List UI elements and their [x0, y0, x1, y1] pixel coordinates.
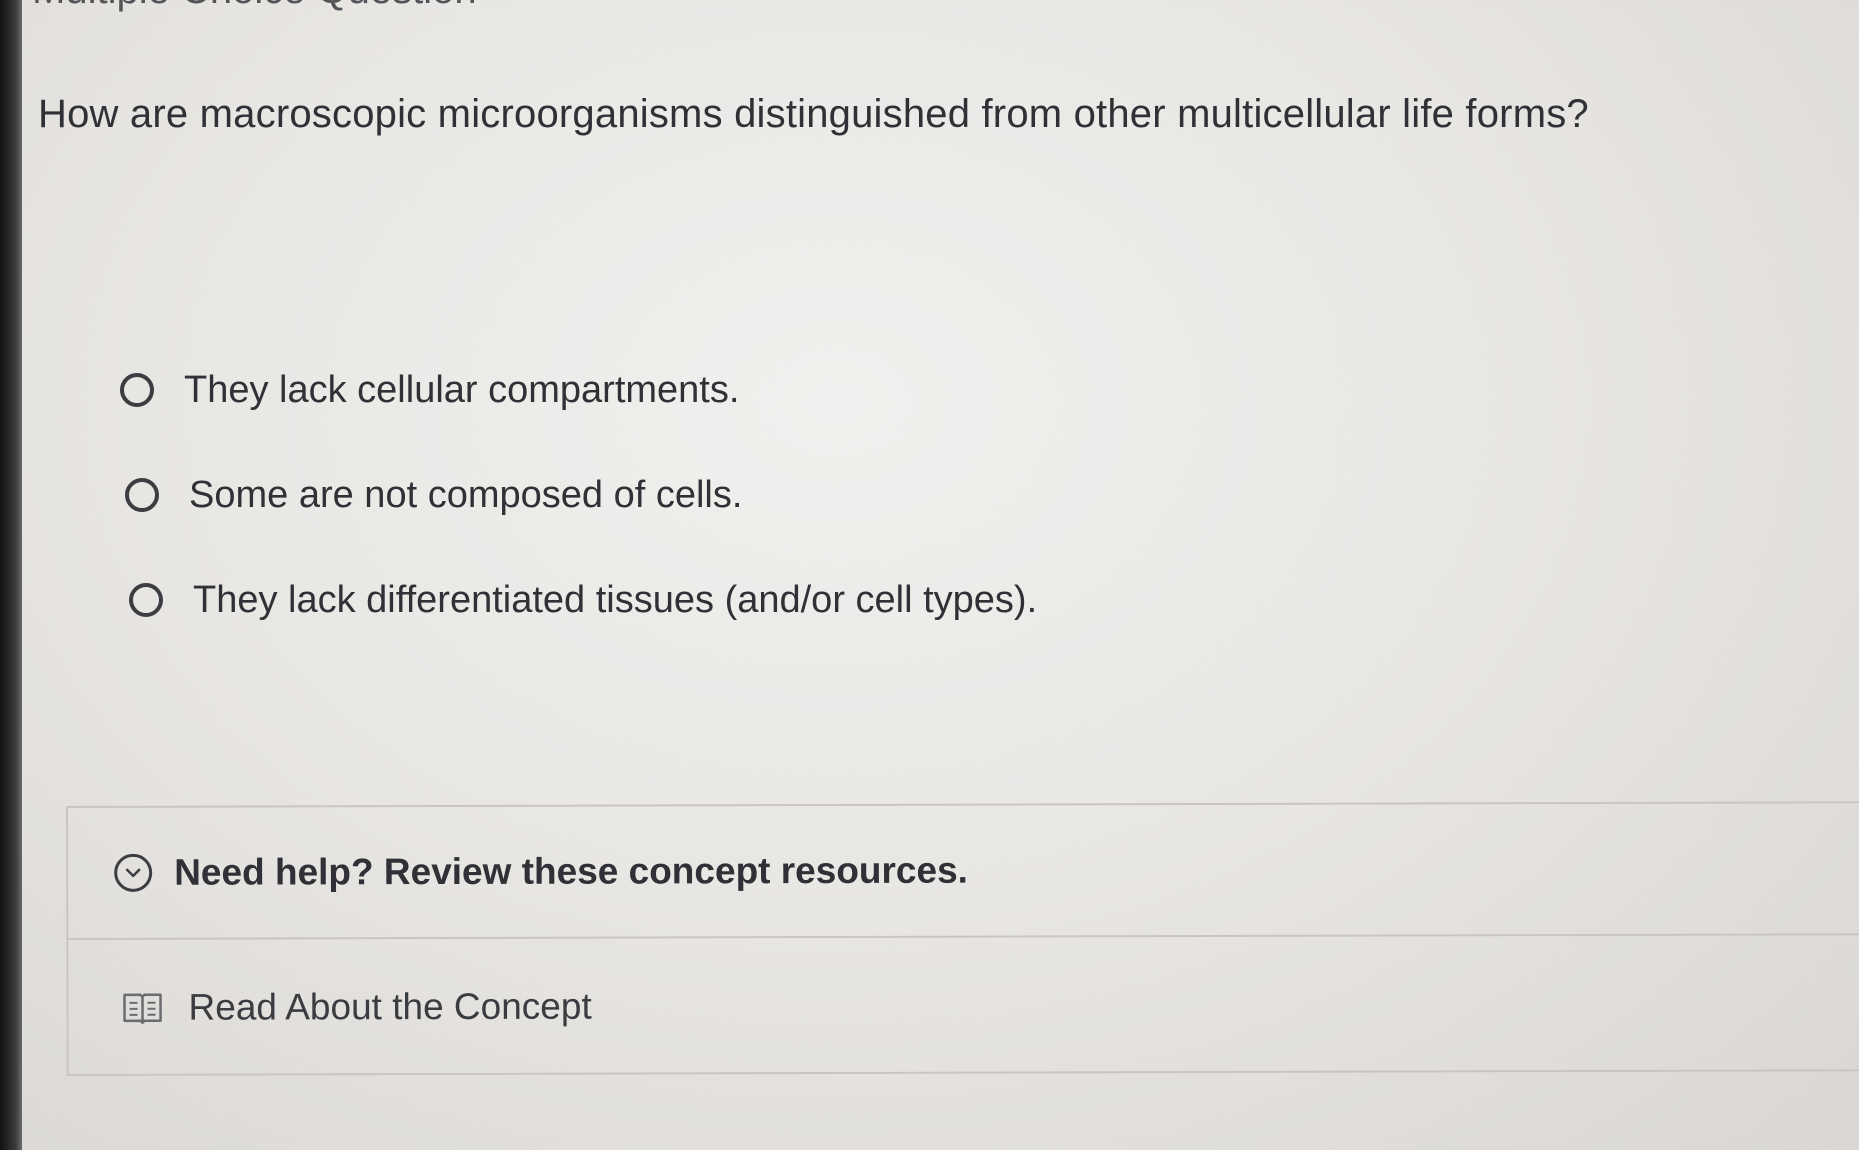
help-panel: Need help? Review these concept resource…: [66, 801, 1859, 1076]
answer-option[interactable]: They lack differentiated tissues (and/or…: [120, 570, 1037, 630]
answer-option[interactable]: Some are not composed of cells.: [120, 465, 1037, 525]
screen-bezel: [0, 0, 22, 1150]
answer-option-label: They lack cellular compartments.: [184, 368, 740, 411]
radio-button[interactable]: [120, 373, 154, 407]
question-text: How are macroscopic microorganisms disti…: [38, 92, 1589, 136]
chevron-down-circle-icon[interactable]: [114, 853, 153, 892]
help-toggle[interactable]: Need help? Review these concept resource…: [68, 803, 1859, 940]
section-heading: Multiple Choice Question: [32, 0, 477, 13]
radio-button[interactable]: [125, 478, 159, 512]
help-title: Need help? Review these concept resource…: [174, 849, 968, 893]
read-concept-link[interactable]: Read About the Concept: [120, 985, 592, 1029]
book-icon: [120, 991, 164, 1025]
radio-button[interactable]: [129, 583, 163, 617]
answer-option[interactable]: They lack cellular compartments.: [120, 360, 1037, 420]
answer-option-label: Some are not composed of cells.: [189, 473, 743, 516]
answer-option-label: They lack differentiated tissues (and/or…: [193, 578, 1038, 621]
answer-options: They lack cellular compartments. Some ar…: [120, 360, 1037, 675]
help-resources: Read About the Concept: [68, 935, 1859, 1076]
read-concept-label: Read About the Concept: [188, 985, 592, 1028]
